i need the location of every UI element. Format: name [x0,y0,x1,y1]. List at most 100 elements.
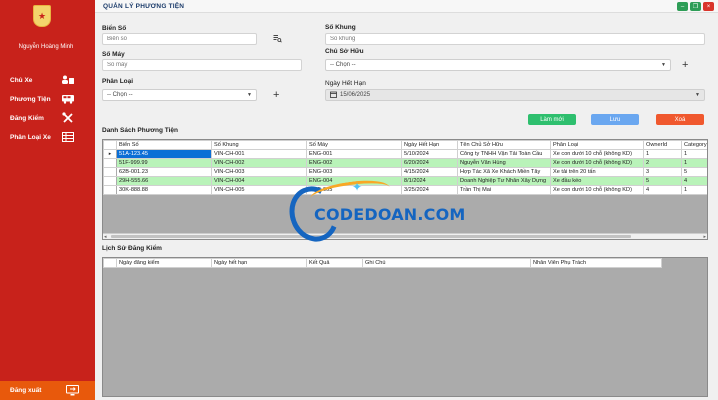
owner-select-value: -- Chọn -- [330,62,356,68]
sparkle-icon: ✦ [352,180,363,194]
vehicles-header-row: Biển Số Số Khung Số Máy Ngày Hết Hạn Tên… [103,140,707,150]
table-cell[interactable]: 1 [681,185,707,195]
column-header[interactable]: Ngày Hết Hạn [401,140,458,150]
table-cell[interactable]: 29H-555.66 [116,176,212,186]
row-header[interactable] [103,158,117,168]
table-cell[interactable]: 4/15/2024 [401,167,458,177]
table-cell[interactable]: ENG-002 [306,158,402,168]
table-row[interactable]: 62B-001.23 VIN-CH-003 ENG-003 4/15/2024 … [103,167,707,177]
table-cell[interactable]: 51F-999.99 [116,158,212,168]
engine-input[interactable] [102,59,302,71]
restore-button[interactable]: ❐ [690,2,701,11]
minimize-button[interactable]: – [677,2,688,11]
add-owner-button[interactable]: + [682,60,688,71]
watermark-text: CODEDOAN.COM [314,205,466,224]
table-cell[interactable]: Xe con dưới 10 chỗ (không KD) [550,149,644,159]
table-cell[interactable]: 30K-888.88 [116,185,212,195]
table-cell[interactable]: 3 [643,167,682,177]
table-cell[interactable]: ENG-003 [306,167,402,177]
table-cell[interactable]: 6/20/2024 [401,158,458,168]
refresh-button[interactable]: Làm mới [528,114,576,125]
owners-icon [61,75,75,85]
column-header[interactable]: Biển Số [116,140,212,150]
column-header[interactable]: Tên Chủ Sở Hữu [457,140,551,150]
category-icon [61,132,75,142]
window-controls: – ❐ × [677,2,714,11]
column-header[interactable]: Ghi Chú [362,258,531,268]
chevron-down-icon: ▼ [661,62,666,68]
column-header[interactable]: Ngày đăng kiểm [116,258,212,268]
scroll-left-icon[interactable]: ◂ [104,234,107,239]
table-cell[interactable]: Xe con dưới 10 chỗ (không KD) [550,158,644,168]
owner-select[interactable]: -- Chọn -- ▼ [325,59,671,71]
expiry-date-picker[interactable]: 15/06/2025 ▼ [325,89,705,101]
sidebar-item-vehicles[interactable]: Phương Tiện [0,91,95,107]
inspections-section-title: Lịch Sử Đăng Kiểm [102,245,162,252]
chassis-label: Số Khung [325,24,356,31]
row-header[interactable] [103,176,117,186]
logout-label: Đăng xuất [10,387,42,394]
plate-label: Biển Số [102,25,127,32]
table-cell[interactable]: 1 [681,158,707,168]
sidebar-item-categories[interactable]: Phân Loại Xe [0,129,95,145]
table-cell[interactable]: Trần Thị Mai [457,185,551,195]
row-header[interactable] [103,167,117,177]
column-header[interactable]: Số Máy [306,140,402,150]
title-bar: QUẢN LÝ PHƯƠNG TIỆN – ❐ × [95,0,718,13]
table-cell[interactable]: 2 [643,158,682,168]
table-cell[interactable]: Hợp Tác Xã Xe Khách Miền Tây [457,167,551,177]
calendar-icon [330,91,337,100]
column-header[interactable]: CategoryId [681,140,707,150]
close-icon: × [706,3,711,10]
table-cell[interactable]: 1 [681,149,707,159]
table-cell[interactable]: 5 [643,176,682,186]
table-cell[interactable]: VIN-CH-003 [211,167,307,177]
column-header[interactable]: Nhân Viên Phụ Trách [530,258,662,268]
sidebar-item-owners[interactable]: Chủ Xe [0,72,95,88]
sidebar-item-label: Chủ Xe [10,76,33,84]
list-search-icon[interactable] [273,34,282,45]
vehicles-section-title: Danh Sách Phương Tiện [102,127,179,134]
category-select-value: -- Chọn -- [107,92,133,98]
save-button[interactable]: Lưu [591,114,639,125]
table-cell[interactable]: Xe đầu kéo [550,176,644,186]
table-cell[interactable]: 1 [643,149,682,159]
table-cell[interactable]: Nguyễn Văn Hùng [457,158,551,168]
add-category-button[interactable]: + [273,90,279,101]
table-cell[interactable]: Công ty TNHH Vận Tải Toàn Cầu [457,149,551,159]
restore-icon: ❐ [692,4,699,10]
table-cell[interactable]: Doanh Nghiệp Tư Nhân Xây Dựng [457,176,551,186]
logout-button[interactable]: Đăng xuất [0,381,95,400]
row-header[interactable] [103,185,117,195]
inspections-grid[interactable]: Ngày đăng kiểm Ngày hết hạn Kết Quả Ghi … [102,257,708,397]
table-cell[interactable]: VIN-CH-002 [211,158,307,168]
column-header[interactable]: OwnerId [643,140,682,150]
table-row[interactable]: ▸ 51A-123.45 VIN-CH-001 ENG-001 5/10/202… [103,149,707,159]
table-row[interactable]: 51F-999.99 VIN-CH-002 ENG-002 6/20/2024 … [103,158,707,168]
chassis-input[interactable] [325,33,705,45]
table-cell[interactable]: 5 [681,167,707,177]
table-cell[interactable]: Xe con dưới 10 chỗ (không KD) [550,185,644,195]
delete-button[interactable]: Xoá [656,114,704,125]
table-cell[interactable]: ENG-001 [306,149,402,159]
column-header[interactable]: Ngày hết hạn [211,258,307,268]
table-cell[interactable]: 4 [643,185,682,195]
close-button[interactable]: × [703,2,714,11]
column-header[interactable]: Kết Quả [306,258,363,268]
column-header[interactable]: Số Khung [211,140,307,150]
table-cell[interactable]: VIN-CH-001 [211,149,307,159]
page-title: QUẢN LÝ PHƯƠNG TIỆN [103,2,185,10]
expiry-date-value: 15/06/2025 [340,92,371,98]
category-select[interactable]: -- Chọn -- ▼ [102,89,257,101]
table-cell[interactable]: 51A-123.45 [116,149,212,159]
category-label: Phân Loại [102,78,134,85]
plate-input[interactable] [102,33,257,45]
table-cell[interactable]: Xe tải trên 20 tấn [550,167,644,177]
current-row-icon: ▸ [103,149,117,159]
scroll-right-icon[interactable]: ▸ [703,234,706,239]
table-cell[interactable]: 62B-001.23 [116,167,212,177]
table-cell[interactable]: 5/10/2024 [401,149,458,159]
column-header[interactable]: Phân Loại [550,140,644,150]
table-cell[interactable]: 4 [681,176,707,186]
sidebar-item-inspection[interactable]: Đăng Kiểm [0,110,95,126]
